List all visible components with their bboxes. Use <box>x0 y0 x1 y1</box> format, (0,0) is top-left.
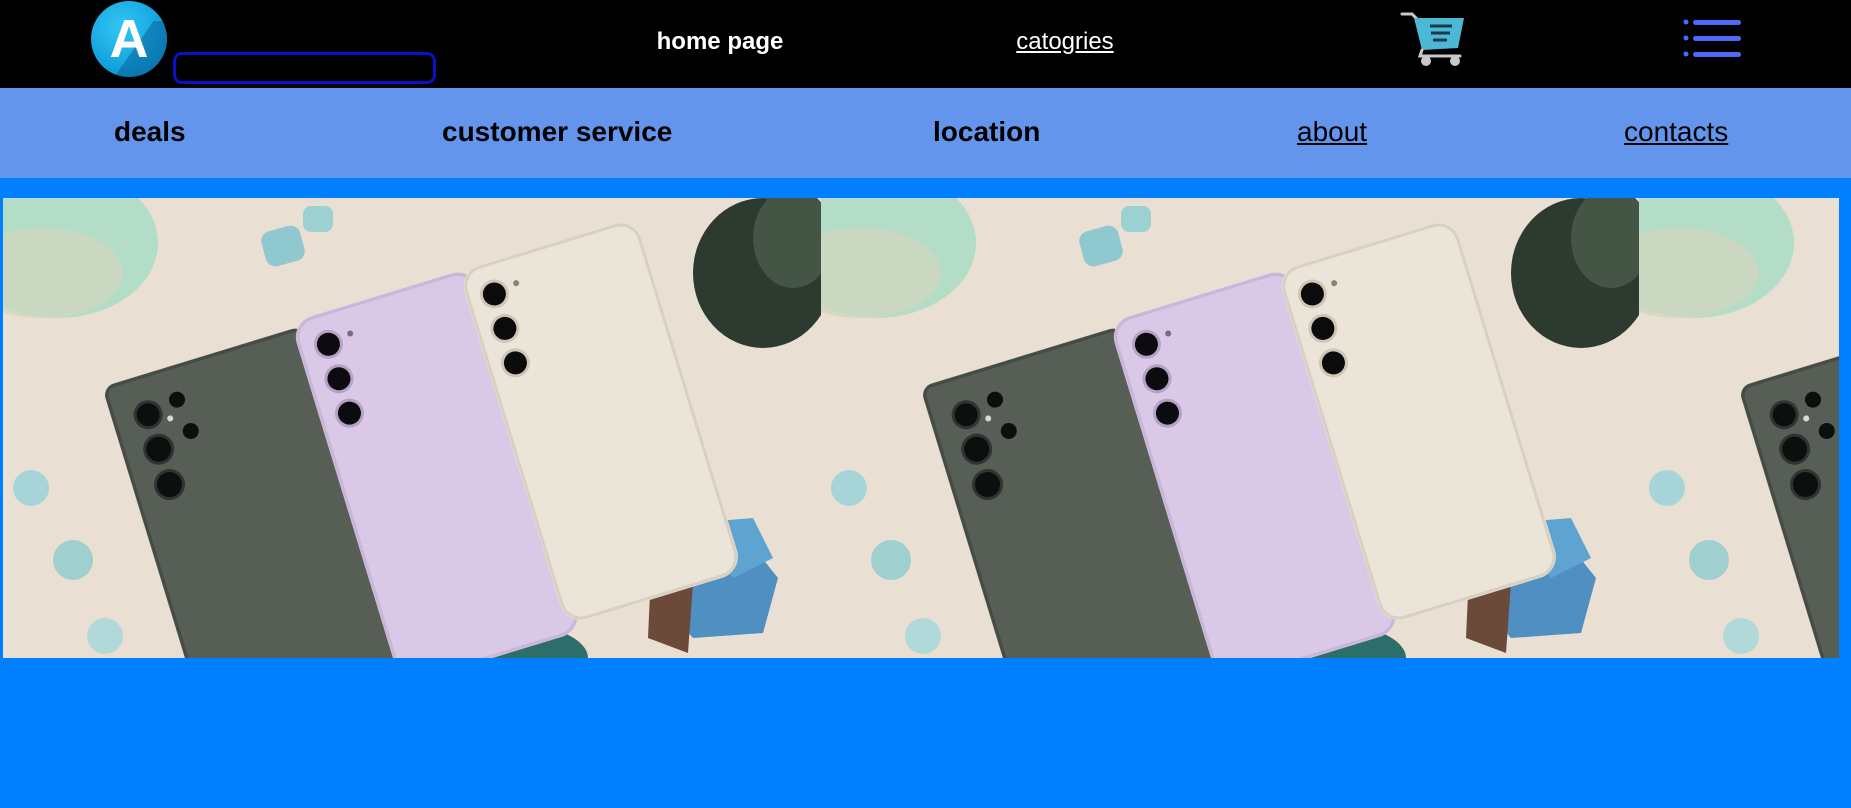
shopping-cart-icon[interactable] <box>1400 10 1468 68</box>
nav-link-categories[interactable]: catogries <box>990 24 1140 60</box>
subnav-item-customer-service[interactable]: customer service <box>442 112 672 152</box>
banner-image-phones <box>1639 198 1839 658</box>
subnav-item-about[interactable]: about <box>1297 112 1367 152</box>
banner-image-phones <box>821 198 1639 658</box>
subnav-item-contacts[interactable]: contacts <box>1624 112 1728 152</box>
secondary-nav: deals customer service location about co… <box>0 88 1851 178</box>
logo-letter: A <box>109 9 149 69</box>
banner-image-phones <box>3 198 821 658</box>
top-header-bar: A home page catogries <box>0 0 1851 88</box>
hamburger-menu-icon[interactable] <box>1683 18 1743 60</box>
subnav-item-location[interactable]: location <box>933 112 1040 152</box>
search-input[interactable] <box>173 52 436 84</box>
hero-banner <box>3 198 1839 658</box>
page-background <box>0 658 1851 808</box>
nav-link-home[interactable]: home page <box>640 24 800 60</box>
subnav-item-deals[interactable]: deals <box>114 112 186 152</box>
logo-icon[interactable]: A <box>91 1 167 77</box>
